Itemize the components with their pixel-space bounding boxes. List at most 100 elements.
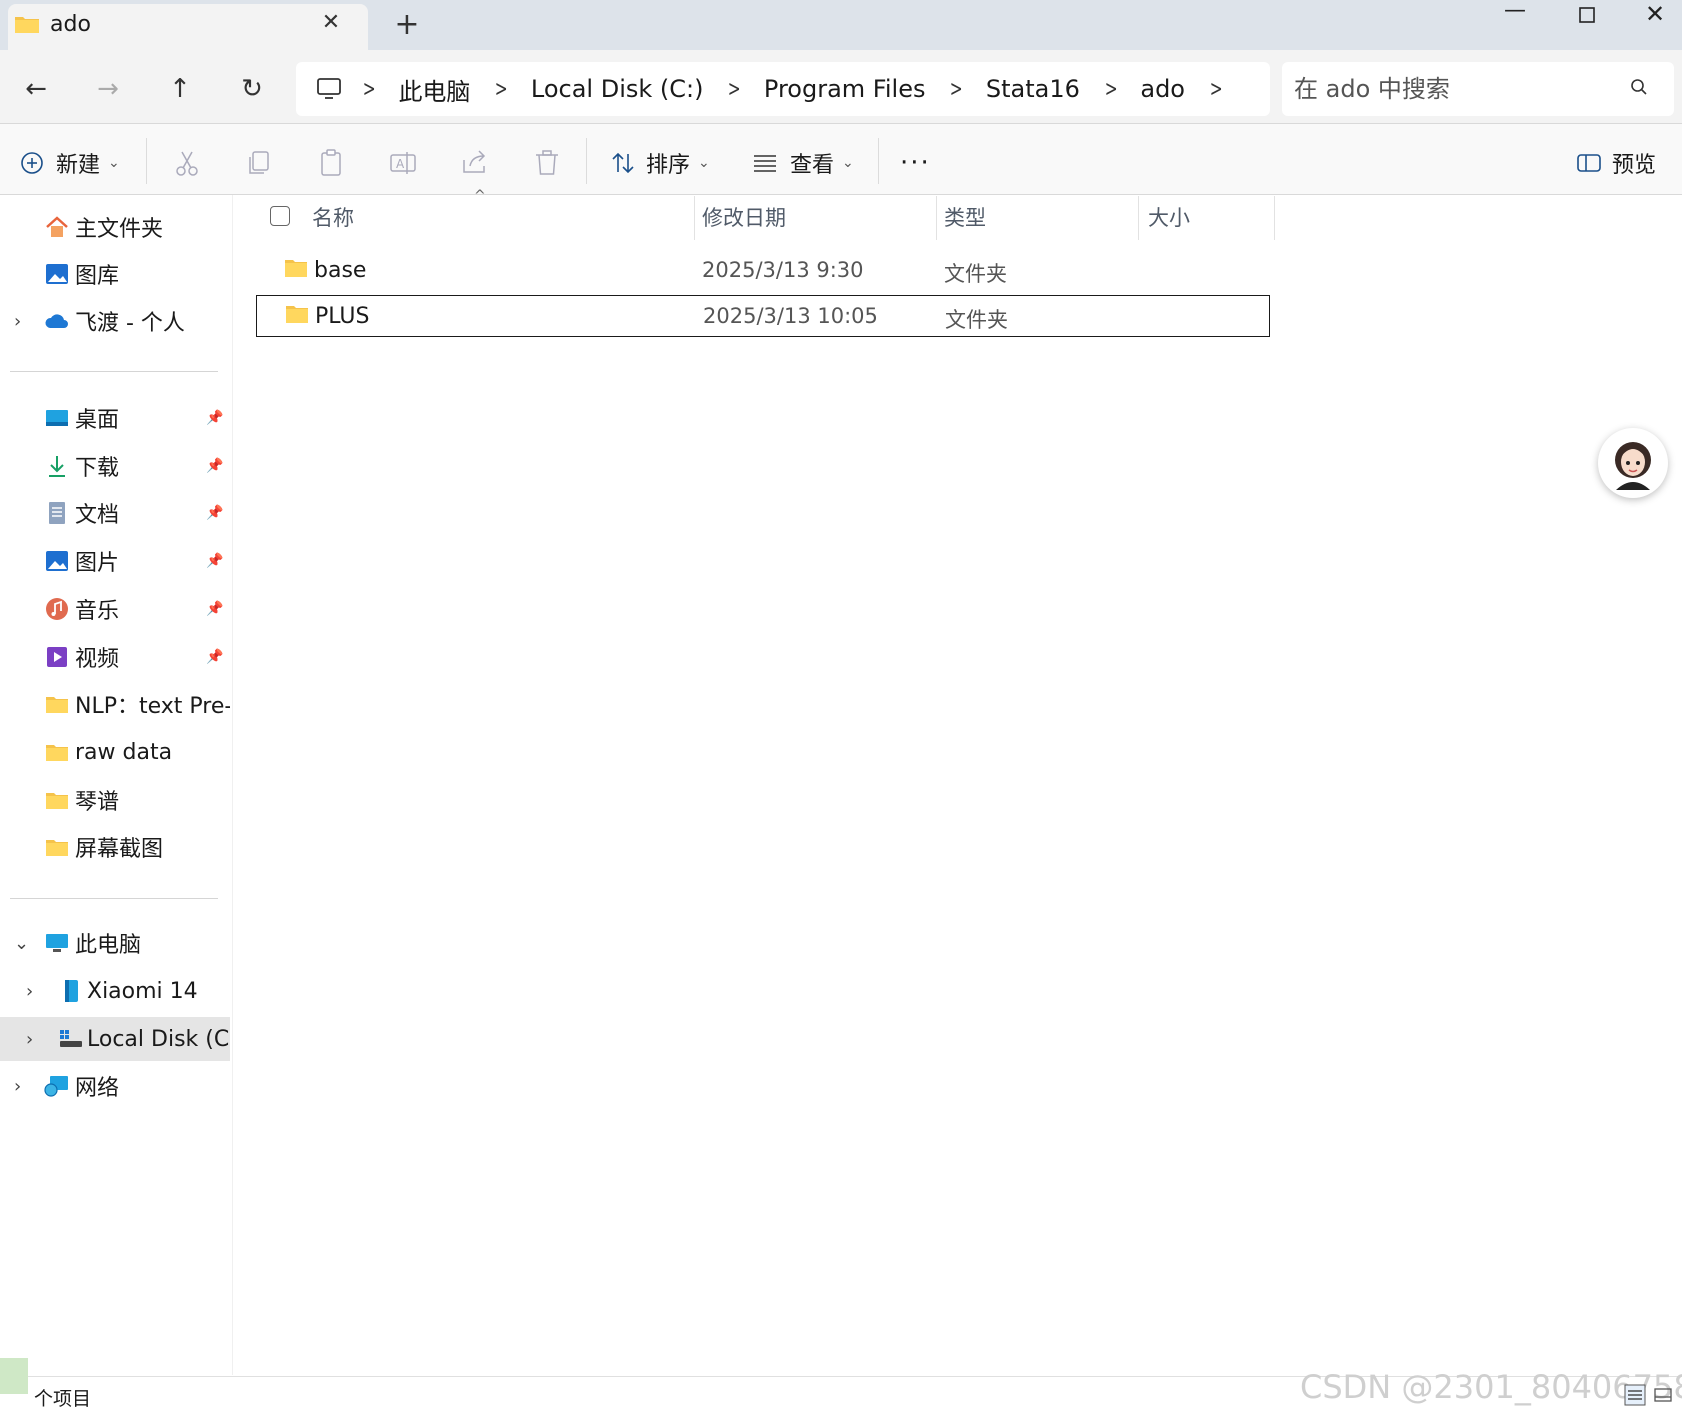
column-divider[interactable]: [1138, 196, 1139, 240]
folder-icon: [46, 745, 68, 761]
sidebar-item-this-pc[interactable]: ⌄ 此电脑: [0, 921, 230, 965]
breadcrumb-ado[interactable]: ado: [1136, 75, 1189, 103]
divider: [586, 138, 587, 184]
view-button[interactable]: 查看 ⌄: [752, 146, 854, 180]
sidebar-item-home[interactable]: 主文件夹: [0, 205, 230, 249]
navigation-pane: 主文件夹 图库 › 飞渡 - 个人 桌面 📌 下载 📌 文档 📌 图片 📌 音乐…: [0, 195, 233, 1375]
view-list-icon: [754, 155, 776, 172]
file-row[interactable]: base 2025/3/13 9:30 文件夹: [256, 250, 1268, 290]
plus-circle-icon: [21, 152, 43, 174]
pin-icon[interactable]: 📌: [206, 410, 223, 426]
drive-icon: [60, 1030, 82, 1047]
file-modified: 2025/3/13 10:05: [703, 304, 878, 328]
sidebar-item-desktop[interactable]: 桌面 📌: [0, 396, 230, 440]
sidebar-item-folder[interactable]: raw data: [0, 730, 230, 774]
chevron-right-icon[interactable]: ›: [26, 981, 33, 1002]
sidebar-item-videos[interactable]: 视频 📌: [0, 635, 230, 679]
chevron-right-icon[interactable]: ›: [26, 1029, 33, 1050]
paste-icon[interactable]: [314, 146, 348, 180]
pin-icon[interactable]: 📌: [206, 601, 223, 617]
computer-icon[interactable]: [316, 77, 342, 101]
file-type: 文件夹: [945, 308, 1008, 332]
new-tab-button[interactable]: +: [390, 8, 424, 42]
breadcrumb: > 此电脑 > Local Disk (C:) > Program Files …: [316, 62, 1241, 116]
divider: [878, 138, 879, 184]
breadcrumb-separator[interactable]: >: [728, 77, 741, 102]
pin-icon[interactable]: 📌: [206, 649, 223, 665]
divider: [146, 138, 147, 184]
breadcrumb-separator[interactable]: >: [363, 77, 376, 102]
file-row[interactable]: PLUS 2025/3/13 10:05 文件夹: [256, 295, 1270, 337]
sidebar-item-folder[interactable]: NLP：text Pre-l: [0, 682, 230, 726]
divider: [10, 898, 218, 899]
tiles-view-icon[interactable]: [1652, 1384, 1674, 1406]
delete-icon[interactable]: [530, 146, 564, 180]
sidebar-item-local-disk[interactable]: › Local Disk (C:): [0, 1017, 230, 1061]
sidebar-item-gallery[interactable]: 图库: [0, 252, 230, 296]
maximize-button[interactable]: [1552, 0, 1622, 30]
file-name: PLUS: [315, 304, 370, 329]
chevron-down-icon: ⌄: [698, 155, 710, 171]
column-divider[interactable]: [936, 196, 937, 240]
preview-button[interactable]: 预览: [1576, 146, 1656, 180]
pin-icon[interactable]: 📌: [206, 458, 223, 474]
rename-icon[interactable]: A: [386, 146, 420, 180]
breadcrumb-this-pc[interactable]: 此电脑: [394, 72, 474, 107]
desktop-icon: [46, 410, 68, 426]
cut-icon[interactable]: [170, 146, 204, 180]
search-icon[interactable]: [1630, 78, 1648, 96]
sort-button[interactable]: 排序 ⌄: [610, 146, 710, 180]
column-header-size[interactable]: 大小: [1148, 196, 1190, 240]
computer-icon: [46, 934, 68, 952]
new-button[interactable]: 新建 ⌄: [20, 146, 120, 180]
sidebar-item-music[interactable]: 音乐 📌: [0, 587, 230, 631]
select-all-checkbox[interactable]: [270, 206, 290, 226]
chevron-right-icon[interactable]: ›: [14, 311, 21, 332]
share-icon[interactable]: [458, 146, 492, 180]
refresh-button[interactable]: ↻: [232, 70, 272, 108]
folder-icon: [46, 793, 68, 809]
window-close-button[interactable]: ✕: [1620, 0, 1682, 30]
breadcrumb-local-disk[interactable]: Local Disk (C:): [527, 75, 708, 103]
minimize-button[interactable]: —: [1480, 0, 1550, 30]
column-divider[interactable]: [1274, 196, 1275, 240]
back-button[interactable]: ←: [16, 70, 56, 108]
sort-icon: [612, 152, 634, 174]
tab-close-icon[interactable]: ✕: [316, 8, 346, 38]
up-button[interactable]: ↑: [160, 70, 200, 108]
sidebar-item-folder[interactable]: 琴谱: [0, 778, 230, 822]
pin-icon[interactable]: 📌: [206, 553, 223, 569]
column-header-modified[interactable]: 修改日期: [702, 196, 786, 240]
chevron-down-icon[interactable]: ⌄: [14, 933, 29, 954]
folder-icon: [46, 840, 68, 856]
sidebar-item-downloads[interactable]: 下载 📌: [0, 444, 230, 488]
pictures-icon: [46, 551, 68, 571]
sidebar-item-pictures[interactable]: 图片 📌: [0, 539, 230, 583]
sidebar-item-xiaomi[interactable]: › Xiaomi 14: [0, 969, 230, 1013]
search-box[interactable]: [1282, 62, 1674, 116]
search-input[interactable]: [1292, 70, 1616, 108]
breadcrumb-program-files[interactable]: Program Files: [760, 75, 930, 103]
forward-button[interactable]: →: [88, 70, 128, 108]
sidebar-item-folder[interactable]: 屏幕截图: [0, 825, 230, 869]
side-tab[interactable]: [0, 1358, 28, 1394]
pin-icon[interactable]: 📌: [206, 505, 223, 521]
column-header-type[interactable]: 类型: [944, 196, 986, 240]
sidebar-item-network[interactable]: › 网络: [0, 1064, 230, 1108]
column-divider[interactable]: [694, 196, 695, 240]
breadcrumb-separator[interactable]: >: [495, 77, 508, 102]
assistant-avatar[interactable]: [1598, 428, 1668, 498]
home-icon: [46, 216, 68, 237]
column-header-name[interactable]: 名称: [312, 196, 354, 240]
details-view-icon[interactable]: [1624, 1384, 1646, 1406]
copy-icon[interactable]: [242, 146, 276, 180]
sidebar-item-documents[interactable]: 文档 📌: [0, 491, 230, 535]
chevron-right-icon[interactable]: ›: [14, 1076, 21, 1097]
more-options-button[interactable]: ···: [900, 146, 931, 180]
folder-icon: [15, 17, 39, 33]
breadcrumb-separator[interactable]: >: [1210, 77, 1223, 102]
breadcrumb-separator[interactable]: >: [1105, 77, 1118, 102]
sidebar-item-onedrive[interactable]: › 飞渡 - 个人: [0, 299, 230, 343]
breadcrumb-separator[interactable]: >: [950, 77, 963, 102]
breadcrumb-stata16[interactable]: Stata16: [982, 75, 1084, 103]
